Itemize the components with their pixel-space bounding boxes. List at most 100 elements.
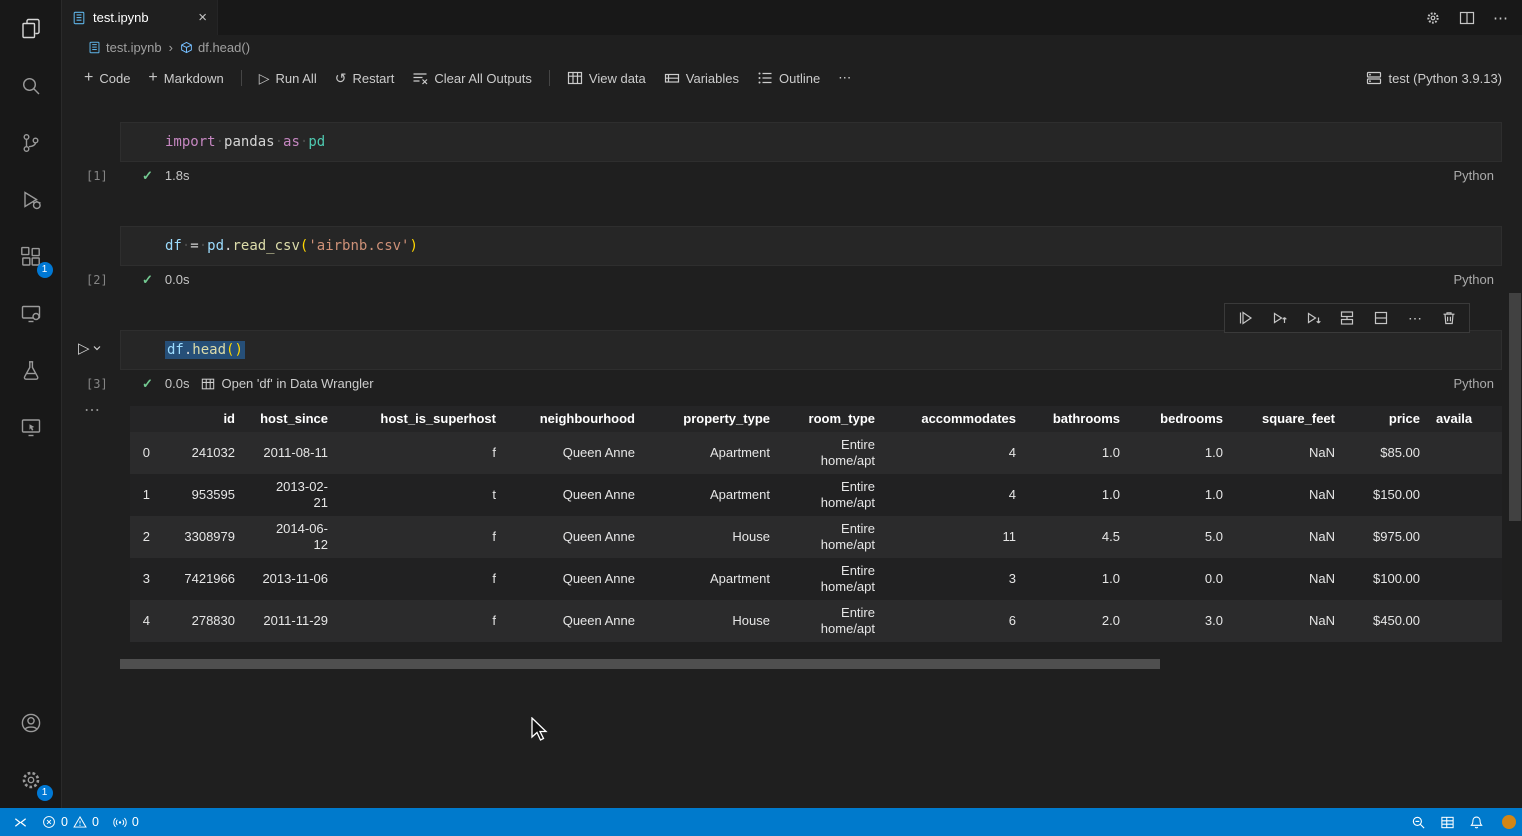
add-markdown-label: Markdown bbox=[164, 71, 224, 86]
table-cell: 3 bbox=[883, 558, 1024, 600]
activity-item-search[interactable] bbox=[0, 57, 62, 114]
split-editor-icon[interactable] bbox=[1459, 10, 1475, 26]
variables-label: Variables bbox=[686, 71, 739, 86]
table-row: 42788302011-11-29fQueen AnneHouseEntire … bbox=[130, 600, 1502, 642]
activity-item-live-preview[interactable] bbox=[0, 399, 62, 456]
join-cells-icon[interactable] bbox=[1330, 305, 1364, 331]
clear-all-outputs-button[interactable]: Clear All Outputs bbox=[404, 66, 540, 90]
cell-language[interactable]: Python bbox=[1454, 376, 1494, 391]
more-actions-icon[interactable]: ⋯ bbox=[1493, 9, 1508, 27]
cell-language[interactable]: Python bbox=[1454, 168, 1494, 183]
table-cell: NaN bbox=[1231, 474, 1343, 516]
add-code-cell-button[interactable]: + Code bbox=[76, 67, 138, 90]
table-cell: 2.0 bbox=[1024, 600, 1128, 642]
activity-item-settings[interactable]: 1 bbox=[0, 751, 62, 808]
delete-cell-icon[interactable] bbox=[1432, 305, 1466, 331]
activity-item-testing[interactable] bbox=[0, 342, 62, 399]
column-header: price bbox=[1343, 406, 1428, 432]
vscode-window: 1 1 bbox=[0, 0, 1522, 836]
tab-test-ipynb[interactable]: test.ipynb × bbox=[62, 0, 218, 35]
code-editor[interactable]: df·=·pd.read_csv('airbnb.csv') bbox=[120, 226, 1502, 266]
code-token: 'airbnb.csv' bbox=[308, 238, 409, 254]
variables-button[interactable]: Variables bbox=[656, 66, 747, 90]
view-data-button[interactable]: View data bbox=[559, 66, 654, 90]
extra-status-indicator[interactable] bbox=[1491, 814, 1516, 830]
outline-button[interactable]: Outline bbox=[749, 66, 828, 90]
column-header: accommodates bbox=[883, 406, 1024, 432]
table-cell: $150.00 bbox=[1343, 474, 1428, 516]
toolbar-more-button[interactable]: ⋯ bbox=[830, 66, 859, 90]
restart-button[interactable]: ↺ Restart bbox=[327, 66, 403, 91]
activity-item-source-control[interactable] bbox=[0, 114, 62, 171]
kernel-icon bbox=[1366, 70, 1382, 86]
problems-indicator[interactable]: 0 0 bbox=[35, 808, 106, 836]
zoom-indicator[interactable] bbox=[1404, 815, 1433, 830]
explorer-icon bbox=[19, 17, 43, 41]
run-debug-icon bbox=[19, 188, 43, 212]
more-actions-icon[interactable]: ⋯ bbox=[1398, 305, 1432, 331]
breadcrumb-file[interactable]: test.ipynb bbox=[88, 40, 162, 55]
cell-language[interactable]: Python bbox=[1454, 272, 1494, 287]
add-markdown-cell-button[interactable]: + Markdown bbox=[140, 67, 231, 90]
activity-item-run-debug[interactable] bbox=[0, 171, 62, 228]
code-line-selected: df.head() bbox=[165, 341, 245, 359]
data-wrangler-icon bbox=[201, 377, 215, 391]
table-cell: Queen Anne bbox=[504, 432, 643, 474]
chevron-down-icon bbox=[92, 343, 102, 353]
cell-status-bar: ✓ 0.0s Python bbox=[120, 266, 1502, 293]
execute-cell-and-above-icon[interactable] bbox=[1262, 305, 1296, 331]
toolbar-separator bbox=[549, 70, 550, 86]
code-token: pd bbox=[308, 134, 325, 150]
open-in-data-wrangler-link[interactable]: Open 'df' in Data Wrangler bbox=[201, 376, 373, 391]
extensions-badge: 1 bbox=[37, 262, 53, 278]
table-cell: $450.00 bbox=[1343, 600, 1428, 642]
variables-icon bbox=[664, 70, 680, 86]
table-cell: NaN bbox=[1231, 432, 1343, 474]
horizontal-scrollbar[interactable] bbox=[120, 659, 1160, 669]
vertical-scrollbar[interactable] bbox=[1509, 293, 1521, 521]
table-cell bbox=[1428, 558, 1502, 600]
activity-bar-bottom: 1 bbox=[0, 694, 62, 808]
settings-gear-icon[interactable] bbox=[1425, 10, 1441, 26]
execution-count: [3] bbox=[86, 377, 108, 391]
split-cell-icon[interactable] bbox=[1364, 305, 1398, 331]
output-options-icon[interactable]: ⋯ bbox=[84, 400, 101, 420]
run-all-button[interactable]: ▷ Run All bbox=[251, 66, 325, 91]
activity-item-extensions[interactable]: 1 bbox=[0, 228, 62, 285]
remote-indicator[interactable] bbox=[6, 808, 35, 836]
table-cell: Entire home/apt bbox=[778, 558, 883, 600]
execute-above-icon[interactable] bbox=[1228, 305, 1262, 331]
code-line: import·pandas·as·pd bbox=[165, 134, 325, 150]
code-token: as bbox=[283, 134, 300, 150]
table-row: 19535952013-02- 21tQueen AnneApartmentEn… bbox=[130, 474, 1502, 516]
cell-toolbar: ⋯ bbox=[1224, 303, 1470, 333]
table-tool-indicator[interactable] bbox=[1433, 815, 1462, 830]
remote-icon bbox=[13, 815, 28, 830]
table-cell: 4.5 bbox=[1024, 516, 1128, 558]
close-icon[interactable]: × bbox=[198, 10, 207, 25]
code-token: df bbox=[165, 238, 182, 254]
execution-duration: 0.0s bbox=[165, 272, 190, 287]
kernel-picker[interactable]: test (Python 3.9.13) bbox=[1366, 70, 1508, 86]
notifications-indicator[interactable] bbox=[1462, 815, 1491, 830]
table-cell: Queen Anne bbox=[504, 474, 643, 516]
activity-item-remote-explorer[interactable] bbox=[0, 285, 62, 342]
table-cell: NaN bbox=[1231, 558, 1343, 600]
table-cell: 0 bbox=[130, 432, 158, 474]
activity-item-explorer[interactable] bbox=[0, 0, 62, 57]
notebook-cell-3: ▷ ⋯ df. bbox=[120, 330, 1502, 397]
execution-count: [1] bbox=[86, 169, 108, 183]
activity-item-accounts[interactable] bbox=[0, 694, 62, 751]
execute-cell-and-below-icon[interactable] bbox=[1296, 305, 1330, 331]
code-editor[interactable]: df.head() bbox=[120, 330, 1502, 370]
breadcrumb-symbol[interactable]: df.head() bbox=[180, 40, 250, 55]
code-token: · bbox=[199, 238, 207, 254]
table-cell: 953595 bbox=[158, 474, 243, 516]
ports-indicator[interactable]: 0 bbox=[106, 808, 146, 836]
table-cell: f bbox=[336, 600, 504, 642]
code-editor[interactable]: import·pandas·as·pd bbox=[120, 122, 1502, 162]
execution-duration: 1.8s bbox=[165, 168, 190, 183]
code-token: read_csv bbox=[232, 238, 299, 254]
kernel-label: test (Python 3.9.13) bbox=[1389, 71, 1502, 86]
run-cell-button[interactable]: ▷ bbox=[78, 339, 102, 357]
